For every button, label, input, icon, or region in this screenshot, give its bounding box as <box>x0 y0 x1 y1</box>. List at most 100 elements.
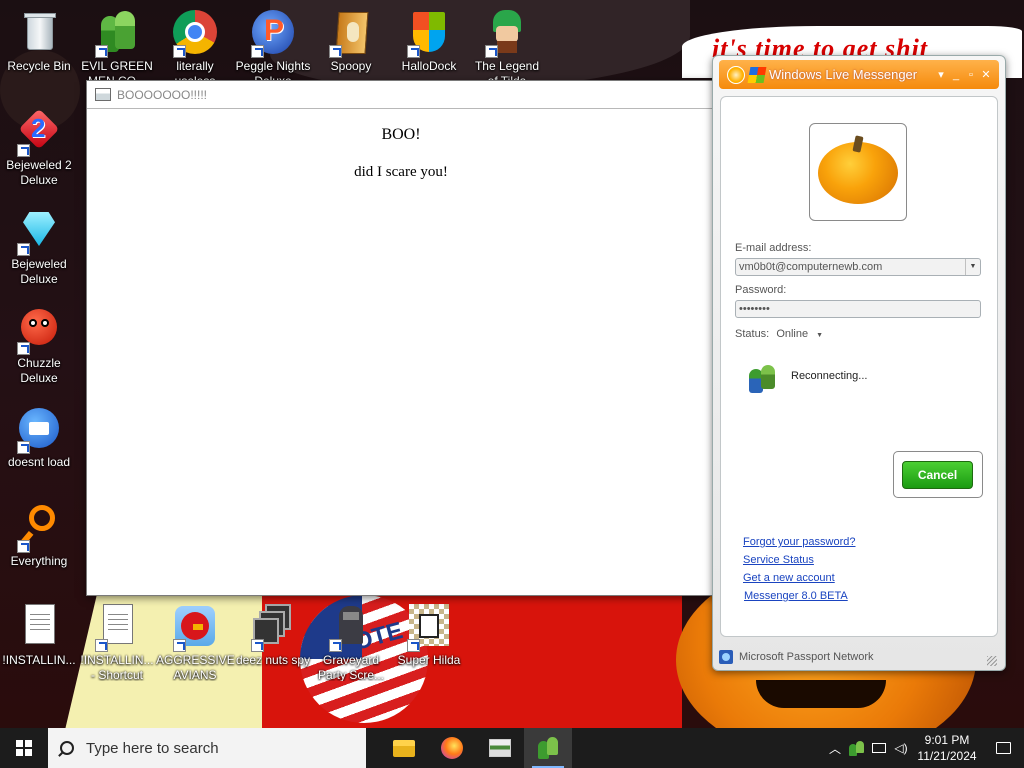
close-button[interactable]: ✕ <box>979 68 993 82</box>
chevron-down-icon: ▼ <box>816 332 824 339</box>
desktop-icon-peggle-nights[interactable]: P Peggle Nights Deluxe <box>234 8 312 87</box>
desktop-icon-super-hilda[interactable]: Super Hilda <box>390 602 468 668</box>
shield-icon <box>405 8 453 58</box>
forgot-password-link[interactable]: Forgot your password? <box>743 536 856 548</box>
resize-grip[interactable] <box>987 656 997 666</box>
search-icon <box>60 741 74 755</box>
desktop-icon-deez-nuts-spy[interactable]: deez nuts spy <box>234 602 312 668</box>
network-icon[interactable] <box>868 728 890 768</box>
desktop-icon-bejeweled[interactable]: Bejeweled Deluxe <box>0 206 78 287</box>
chrome-icon <box>171 8 219 58</box>
email-value: vm0b0t@computernewb.com <box>739 261 883 273</box>
desktop-icon-graveyard-party[interactable]: Graveyard Party Scre... <box>312 602 390 681</box>
clock-date: 11/21/2024 <box>917 749 977 763</box>
cancel-button[interactable]: Cancel <box>902 461 973 489</box>
clock-time: 9:01 PM <box>924 733 970 747</box>
boo-window-content: BOO! did I scare you! <box>87 126 715 181</box>
get-new-account-link[interactable]: Get a new account <box>743 572 835 584</box>
taskbar-firefox[interactable] <box>428 728 476 768</box>
messenger-buddies-icon <box>93 8 141 58</box>
taskbar-boo-window[interactable] <box>476 728 524 768</box>
desktop-icon-bejeweled-2[interactable]: 2 Bejeweled 2 Deluxe <box>0 107 78 188</box>
desktop-icon-evil-green-men[interactable]: EVIL GREEN MEN CO... <box>78 8 156 87</box>
messenger-titlebar[interactable]: Windows Live Messenger ▾ _ ▫ ✕ <box>719 60 999 89</box>
status-value: Online <box>776 328 809 340</box>
everything-search-icon <box>15 503 63 553</box>
messenger-title: Windows Live Messenger <box>769 67 918 82</box>
search-placeholder: Type here to search <box>86 739 219 757</box>
chevron-down-icon[interactable]: ▼ <box>965 259 980 275</box>
window-app-icon <box>95 88 111 101</box>
minimize-button[interactable]: _ <box>949 68 963 82</box>
clock[interactable]: 9:01 PM 11/21/2024 <box>912 732 982 764</box>
desktop-icon-doesnt-load[interactable]: doesnt load <box>0 404 78 470</box>
angry-bird-icon <box>171 602 219 652</box>
boo-window[interactable]: BOOOOOOO!!!!! BOO! did I scare you! <box>86 80 716 596</box>
boo-window-titlebar[interactable]: BOOOOOOO!!!!! <box>87 81 715 109</box>
diamond-icon <box>15 206 63 256</box>
messenger-beta-link[interactable]: Messenger 8.0 BETA <box>744 590 848 602</box>
peggle-icon: P <box>249 8 297 58</box>
email-field[interactable]: vm0b0t@computernewb.com ▼ <box>735 258 981 276</box>
messenger-tray-icon[interactable] <box>846 728 868 768</box>
messenger-footer: Microsoft Passport Network <box>719 646 999 668</box>
text-document-icon <box>93 602 141 652</box>
password-value: •••••••• <box>739 303 770 315</box>
taskbar-search-box[interactable]: Type here to search <box>48 728 366 768</box>
desktop-icon-spoopy[interactable]: Spoopy <box>312 8 390 74</box>
messenger-window[interactable]: Windows Live Messenger ▾ _ ▫ ✕ E-mail ad… <box>712 55 1006 671</box>
display-picture[interactable] <box>809 123 907 221</box>
taskbar: Type here to search ︿ ◁) 9:01 PM 11/21/2… <box>0 728 1024 768</box>
spoopy-folder-icon <box>327 8 375 58</box>
desktop-icon-installing-shortcut[interactable]: !INSTALLIN... - Shortcut <box>78 602 156 681</box>
buddy-icon <box>747 363 777 393</box>
thunderbird-icon <box>15 404 63 454</box>
bejeweled-2-icon: 2 <box>15 107 63 157</box>
chevron-up-icon[interactable]: ︿ <box>824 728 846 768</box>
system-tray: ︿ ◁) 9:01 PM 11/21/2024 <box>824 728 1024 768</box>
window-icon <box>489 739 511 757</box>
recycle-bin-icon <box>15 8 63 56</box>
window-stack-icon <box>249 602 297 652</box>
password-field[interactable]: •••••••• <box>735 300 981 318</box>
cancel-button-frame: Cancel <box>893 451 983 498</box>
text-document-icon <box>15 602 63 650</box>
chuzzle-icon <box>15 305 63 355</box>
boo-window-title: BOOOOOOO!!!!! <box>117 87 208 102</box>
desktop-icon-hallodock[interactable]: HalloDock <box>390 8 468 74</box>
messenger-signin-panel: E-mail address: vm0b0t@computernewb.com … <box>720 96 998 637</box>
desktop-icon-recycle-bin[interactable]: Recycle Bin <box>0 8 78 74</box>
desktop-icon-everything[interactable]: Everything <box>0 503 78 569</box>
desktop-icon-aggressive-avians[interactable]: AGGRESSIVE AVIANS <box>156 602 235 681</box>
status-label: Status: <box>735 328 770 340</box>
status-selector[interactable]: Status: Online ▼ <box>735 328 823 340</box>
service-status-link[interactable]: Service Status <box>743 554 814 566</box>
passport-network-label: Microsoft Passport Network <box>739 651 874 663</box>
tilda-character-icon <box>483 8 531 58</box>
desktop-icon-legend-of-tilda[interactable]: The Legend of Tilda <box>468 8 546 87</box>
taskbar-messenger[interactable] <box>524 728 572 768</box>
password-label: Password: <box>735 284 787 296</box>
file-explorer-icon <box>393 739 415 757</box>
graveyard-icon <box>327 602 375 652</box>
boo-message: did I scare you! <box>354 164 448 180</box>
messenger-logo-icon[interactable] <box>727 65 745 84</box>
email-label: E-mail address: <box>735 242 812 254</box>
notification-center-button[interactable] <box>982 728 1024 768</box>
desktop-icon-installing[interactable]: !INSTALLIN... <box>0 602 78 668</box>
messenger-icon <box>537 737 559 759</box>
menu-dropdown-button[interactable]: ▾ <box>934 68 948 82</box>
super-hilda-icon <box>405 602 453 652</box>
desktop-icon-literally-useless[interactable]: literally useless <box>156 8 234 87</box>
windows-logo-icon <box>16 740 32 756</box>
taskbar-file-explorer[interactable] <box>380 728 428 768</box>
windows-flag-icon <box>747 66 767 83</box>
passport-icon <box>719 650 733 664</box>
desktop-icon-chuzzle[interactable]: Chuzzle Deluxe <box>0 305 78 386</box>
volume-icon[interactable]: ◁) <box>890 728 912 768</box>
start-button[interactable] <box>0 728 48 768</box>
firefox-icon <box>441 737 463 759</box>
notification-icon <box>995 742 1011 754</box>
reconnecting-status: Reconnecting... <box>791 370 868 382</box>
maximize-button[interactable]: ▫ <box>964 68 978 82</box>
